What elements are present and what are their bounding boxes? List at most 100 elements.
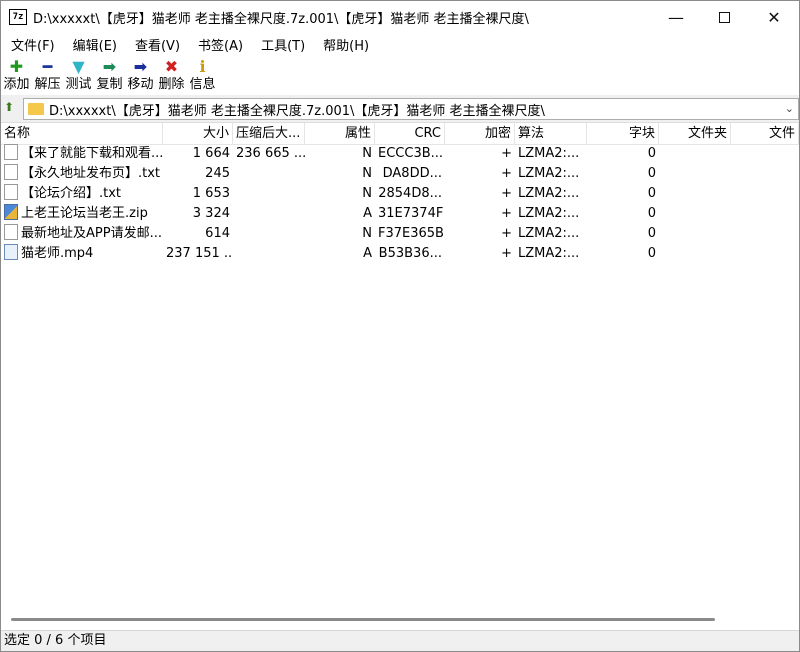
column-header[interactable]: 文件 — [731, 123, 799, 145]
archive-window: 7z D:\xxxxxt\【虎牙】猫老师 老主播全裸尺度.7z.001\【虎牙】… — [0, 0, 800, 652]
toolbar-label: 测试 — [65, 77, 92, 92]
column-header[interactable]: 文件夹 — [659, 123, 731, 145]
copy-arrow-icon: ➡ — [102, 57, 117, 76]
status-bar: 选定 0 / 6 个项目 — [1, 630, 799, 651]
toolbar-button-minus[interactable]: ━ 解压 — [32, 55, 63, 95]
text-file-icon — [4, 184, 18, 200]
plus-icon: ✚ — [9, 57, 24, 76]
file-row[interactable]: 【论坛介绍】.txt 1 653 N 2854D8... + LZMA2:... 0 — [1, 184, 799, 204]
toolbar-button-check[interactable]: ▼ 测试 — [63, 55, 94, 95]
file-row[interactable]: 【永久地址发布页】.txt 245 N DA8DD... + LZMA2:... 0 — [1, 164, 799, 184]
chevron-down-icon[interactable]: ⌄ — [785, 102, 794, 115]
horizontal-scrollbar[interactable] — [1, 616, 799, 624]
minus-icon: ━ — [42, 57, 53, 76]
window-title: D:\xxxxxt\【虎牙】猫老师 老主播全裸尺度.7z.001\【虎牙】猫老师… — [33, 11, 529, 27]
address-bar: ⬆ D:\xxxxxt\【虎牙】猫老师 老主播全裸尺度.7z.001\【虎牙】猫… — [1, 97, 799, 121]
close-icon: ✕ — [767, 7, 781, 27]
cell-enc: + — [501, 186, 512, 201]
cell-name: 【论坛介绍】.txt — [1, 184, 163, 204]
cell-block: 0 — [647, 226, 656, 241]
cell-name: 上老王论坛当老王.zip — [1, 204, 163, 224]
cell-attr: N — [362, 166, 372, 181]
cell-crc: B53B36... — [378, 246, 442, 261]
menu-bookmarks[interactable]: 书签(A) — [188, 35, 251, 54]
cell-size: 245 — [205, 166, 230, 181]
cell-method: LZMA2:... — [518, 146, 580, 161]
cell-packed — [233, 224, 305, 244]
cell-packed — [233, 164, 305, 184]
column-header[interactable]: 字块 — [587, 123, 659, 145]
file-name: 【论坛介绍】.txt — [21, 186, 122, 201]
cell-packed — [233, 244, 305, 264]
cell-block: 0 — [647, 166, 656, 181]
column-header-row: 名称 大小 压缩后大... 属性 CRC 加密 算法 字块 文件夹 文件 — [1, 123, 799, 145]
file-row[interactable]: 最新地址及APP请发邮... 614 N F37E365B + LZMA2:... 0 — [1, 224, 799, 244]
menu-bar: 文件(F) 编辑(E) 查看(V) 书签(A) 工具(T) 帮助(H) — [1, 33, 799, 55]
menu-file[interactable]: 文件(F) — [1, 35, 63, 54]
toolbar-button-delete[interactable]: ✖ 删除 — [156, 55, 187, 95]
cell-attr: N — [362, 186, 372, 201]
file-row[interactable]: 猫老师.mp4 237 151 ... A B53B36... + LZMA2:... 0 — [1, 244, 799, 264]
toolbar: ✚ 添加 ━ 解压 ▼ 测试 ➡ 复制 ➡ 移动 ✖ 删除 ℹ 信息 — [1, 55, 799, 95]
file-row[interactable]: 【来了就能下载和观看... 1 664 236 665 ... N ECCC3B... +… — [1, 144, 799, 164]
cell-crc: ECCC3B... — [378, 146, 444, 161]
toolbar-label: 复制 — [96, 77, 123, 92]
cell-method: LZMA2:... — [518, 246, 580, 261]
delete-icon: ✖ — [164, 57, 179, 76]
move-arrow-icon: ➡ — [133, 57, 148, 76]
column-header[interactable]: 加密 — [445, 123, 515, 145]
video-file-icon — [4, 244, 18, 260]
file-list[interactable]: 名称 大小 压缩后大... 属性 CRC 加密 算法 字块 文件夹 文件 【来了就能下载和观看..… — [1, 122, 799, 630]
menu-help[interactable]: 帮助(H) — [313, 35, 377, 54]
cell-attr: N — [362, 146, 372, 161]
cell-packed: 236 665 ... — [236, 146, 305, 161]
address-field[interactable]: D:\xxxxxt\【虎牙】猫老师 老主播全裸尺度.7z.001\【虎牙】猫老师… — [23, 98, 799, 120]
menu-tools[interactable]: 工具(T) — [251, 35, 313, 54]
cell-size: 3 324 — [192, 206, 230, 221]
toolbar-button-copy-arrow[interactable]: ➡ 复制 — [94, 55, 125, 95]
cell-name: 【来了就能下载和观看... — [1, 144, 163, 164]
cell-method: LZMA2:... — [518, 186, 580, 201]
zip-file-icon — [4, 204, 18, 220]
maximize-button[interactable] — [701, 1, 747, 33]
cell-packed — [233, 184, 305, 204]
cell-block: 0 — [647, 206, 656, 221]
close-button[interactable]: ✕ — [751, 1, 797, 33]
minimize-icon: — — [668, 7, 684, 27]
up-folder-button[interactable]: ⬆ — [4, 100, 20, 118]
text-file-icon — [4, 144, 18, 160]
toolbar-button-move-arrow[interactable]: ➡ 移动 — [125, 55, 156, 95]
column-header[interactable]: 名称 — [1, 123, 163, 145]
column-header[interactable]: 大小 — [163, 123, 233, 145]
column-header[interactable]: 算法 — [515, 123, 587, 145]
text-file-icon — [4, 164, 18, 180]
menu-view[interactable]: 查看(V) — [125, 35, 188, 54]
cell-size: 1 664 — [192, 146, 230, 161]
minimize-button[interactable]: — — [653, 1, 699, 33]
menu-edit[interactable]: 编辑(E) — [63, 35, 125, 54]
toolbar-button-info[interactable]: ℹ 信息 — [187, 55, 218, 95]
column-header[interactable]: 属性 — [305, 123, 375, 145]
column-header[interactable]: CRC — [375, 123, 445, 145]
cell-enc: + — [501, 166, 512, 181]
cell-attr: A — [363, 206, 372, 221]
file-name: 最新地址及APP请发邮... — [21, 226, 162, 241]
file-row[interactable]: 上老王论坛当老王.zip 3 324 A 31E7374F + LZMA2:... 0 — [1, 204, 799, 224]
cell-name: 【永久地址发布页】.txt — [1, 164, 163, 184]
cell-method: LZMA2:... — [518, 206, 580, 221]
cell-enc: + — [501, 246, 512, 261]
toolbar-button-plus[interactable]: ✚ 添加 — [1, 55, 32, 95]
title-bar[interactable]: 7z D:\xxxxxt\【虎牙】猫老师 老主播全裸尺度.7z.001\【虎牙】… — [1, 1, 799, 33]
toolbar-label: 删除 — [158, 77, 185, 92]
scrollbar-thumb[interactable] — [11, 618, 715, 621]
toolbar-label: 添加 — [3, 77, 30, 92]
cell-method: LZMA2:... — [518, 226, 580, 241]
cell-crc: DA8DD... — [382, 166, 442, 181]
column-header[interactable]: 压缩后大... — [233, 123, 305, 145]
cell-crc: 2854D8... — [378, 186, 442, 201]
cell-block: 0 — [647, 246, 656, 261]
file-name: 【永久地址发布页】.txt — [21, 166, 161, 181]
cell-attr: N — [362, 226, 372, 241]
cell-packed — [233, 204, 305, 224]
file-name: 猫老师.mp4 — [21, 246, 94, 261]
